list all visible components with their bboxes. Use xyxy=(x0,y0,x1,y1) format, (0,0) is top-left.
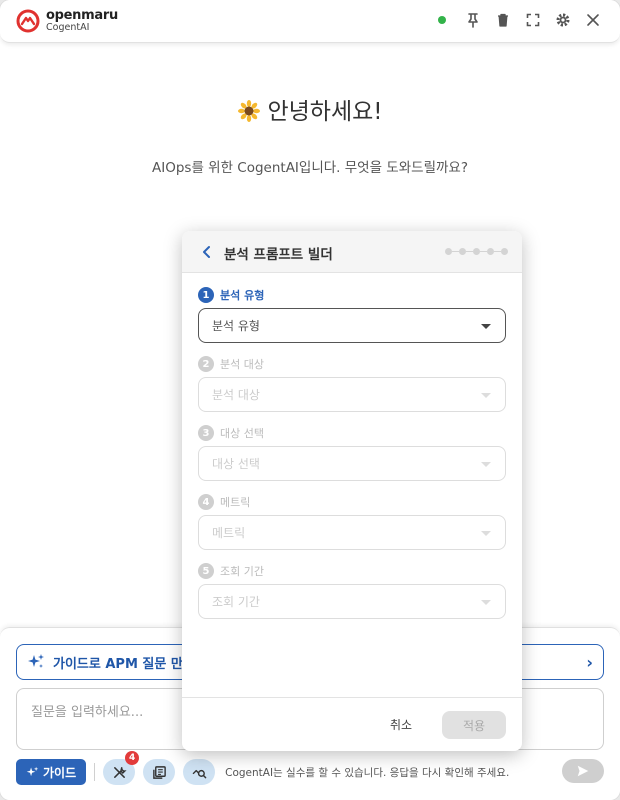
step-dot xyxy=(501,248,508,255)
caret-down-icon xyxy=(481,531,491,536)
step-number: 5 xyxy=(198,563,214,579)
step-number: 1 xyxy=(198,287,214,303)
analysis-button[interactable] xyxy=(183,759,216,785)
toolbar-divider xyxy=(94,763,96,781)
composer-toolbar: 가이드 4 CogentAI는 실수를 할 수 있습니다. 응답을 다시 확인해… xyxy=(16,751,604,785)
time-range-select[interactable]: 조회 기간 xyxy=(198,584,506,619)
field-label: 3 대상 선택 xyxy=(198,425,506,441)
guide-button[interactable]: 가이드 xyxy=(16,759,87,785)
field-analysis-type: 1 분석 유형 분석 유형 xyxy=(198,287,506,356)
caret-down-icon xyxy=(481,324,491,329)
send-button[interactable] xyxy=(562,759,604,783)
field-label: 4 메트릭 xyxy=(198,494,506,510)
field-label: 5 조회 기간 xyxy=(198,563,506,579)
openmaru-logo-icon xyxy=(16,9,40,33)
step-number: 2 xyxy=(198,356,214,372)
welcome-subtitle: AIOps를 위한 CogentAI입니다. 무엇을 도와드릴까요? xyxy=(152,160,468,176)
analysis-target-select[interactable]: 분석 대상 xyxy=(198,377,506,412)
pin-icon[interactable] xyxy=(464,11,482,29)
metric-select[interactable]: 메트릭 xyxy=(198,515,506,550)
header-actions xyxy=(438,11,602,29)
greeting: 안녕하세요! xyxy=(0,92,620,126)
modal-header: 분석 프롬프트 빌더 xyxy=(182,231,522,273)
step-dot xyxy=(473,248,480,255)
step-dot xyxy=(459,248,466,255)
apply-button[interactable]: 적용 xyxy=(442,711,506,739)
field-time-range: 5 조회 기간 조회 기간 xyxy=(198,563,506,632)
step-connector xyxy=(480,250,487,253)
gear-icon[interactable] xyxy=(554,11,572,29)
step-dot xyxy=(487,248,494,255)
step-number: 3 xyxy=(198,425,214,441)
tools-button[interactable]: 4 xyxy=(103,751,140,785)
greeting-text: 안녕하세요! xyxy=(267,99,383,125)
modal-footer: 취소 적용 xyxy=(182,697,522,751)
builder-fields: 1 분석 유형 분석 유형 2 분석 대상 분석 대상 3 대상 선택 대상 선… xyxy=(198,287,506,632)
step-connector xyxy=(466,250,473,253)
product-name: CogentAI xyxy=(46,22,90,34)
analysis-type-select[interactable]: 분석 유형 xyxy=(198,308,506,343)
status-dot-icon xyxy=(438,16,446,24)
select-value: 메트릭 xyxy=(212,526,246,540)
field-metric: 4 메트릭 메트릭 xyxy=(198,494,506,563)
field-label-text: 조회 기간 xyxy=(220,565,264,578)
close-icon[interactable] xyxy=(584,11,602,29)
caret-down-icon xyxy=(481,393,491,398)
field-label: 1 분석 유형 xyxy=(198,287,506,303)
select-value: 분석 유형 xyxy=(212,319,260,333)
field-label-text: 메트릭 xyxy=(220,496,251,509)
tools-icon xyxy=(113,766,127,778)
step-connector xyxy=(452,250,459,253)
disclaimer-text: CogentAI는 실수를 할 수 있습니다. 응답을 다시 확인해 주세요. xyxy=(225,766,510,779)
guide-button-label: 가이드 xyxy=(43,765,77,780)
caret-down-icon xyxy=(481,462,491,467)
field-label-text: 분석 유형 xyxy=(220,289,265,302)
sparkle-icon xyxy=(26,766,39,776)
cancel-button[interactable]: 취소 xyxy=(390,716,412,733)
target-selection-select[interactable]: 대상 선택 xyxy=(198,446,506,481)
header-bar: openmaru CogentAI xyxy=(0,0,620,43)
library-icon xyxy=(152,765,166,779)
logo-text: openmaru CogentAI xyxy=(46,9,118,33)
modal-title: 분석 프롬프트 빌더 xyxy=(224,247,333,263)
logo: openmaru CogentAI xyxy=(16,9,118,33)
field-label-text: 대상 선택 xyxy=(220,427,264,440)
step-progress xyxy=(445,248,508,255)
field-label-text: 분석 대상 xyxy=(220,358,264,371)
field-analysis-target: 2 분석 대상 분석 대상 xyxy=(198,356,506,425)
step-dot xyxy=(445,248,452,255)
trash-icon[interactable] xyxy=(494,11,512,29)
sparkle-icon xyxy=(28,654,44,668)
brand-name: openmaru xyxy=(46,8,118,24)
chevron-left-icon[interactable] xyxy=(200,244,214,260)
select-value: 대상 선택 xyxy=(212,457,260,471)
prompt-builder-modal: 분석 프롬프트 빌더 1 분석 유형 분석 유형 2 분석 대상 분석 대상 3… xyxy=(182,231,522,751)
field-target-selection: 3 대상 선택 대상 선택 xyxy=(198,425,506,494)
send-icon xyxy=(577,765,589,777)
app-window: openmaru CogentAI 안녕하세요! AIOps를 위한 Cogen… xyxy=(0,0,620,800)
caret-down-icon xyxy=(481,600,491,605)
sunflower-icon xyxy=(238,100,261,122)
select-value: 분석 대상 xyxy=(212,388,260,402)
chart-search-icon xyxy=(192,769,206,778)
guide-banner-label: 가이드로 APM 질문 만들 xyxy=(53,656,195,672)
chevron-right-icon: › xyxy=(586,653,593,672)
step-number: 4 xyxy=(198,494,214,510)
library-button[interactable] xyxy=(143,759,176,785)
select-value: 조회 기간 xyxy=(212,595,260,609)
fullscreen-icon[interactable] xyxy=(524,11,542,29)
step-connector xyxy=(494,250,501,253)
tools-badge: 4 xyxy=(125,751,140,765)
field-label: 2 분석 대상 xyxy=(198,356,506,372)
